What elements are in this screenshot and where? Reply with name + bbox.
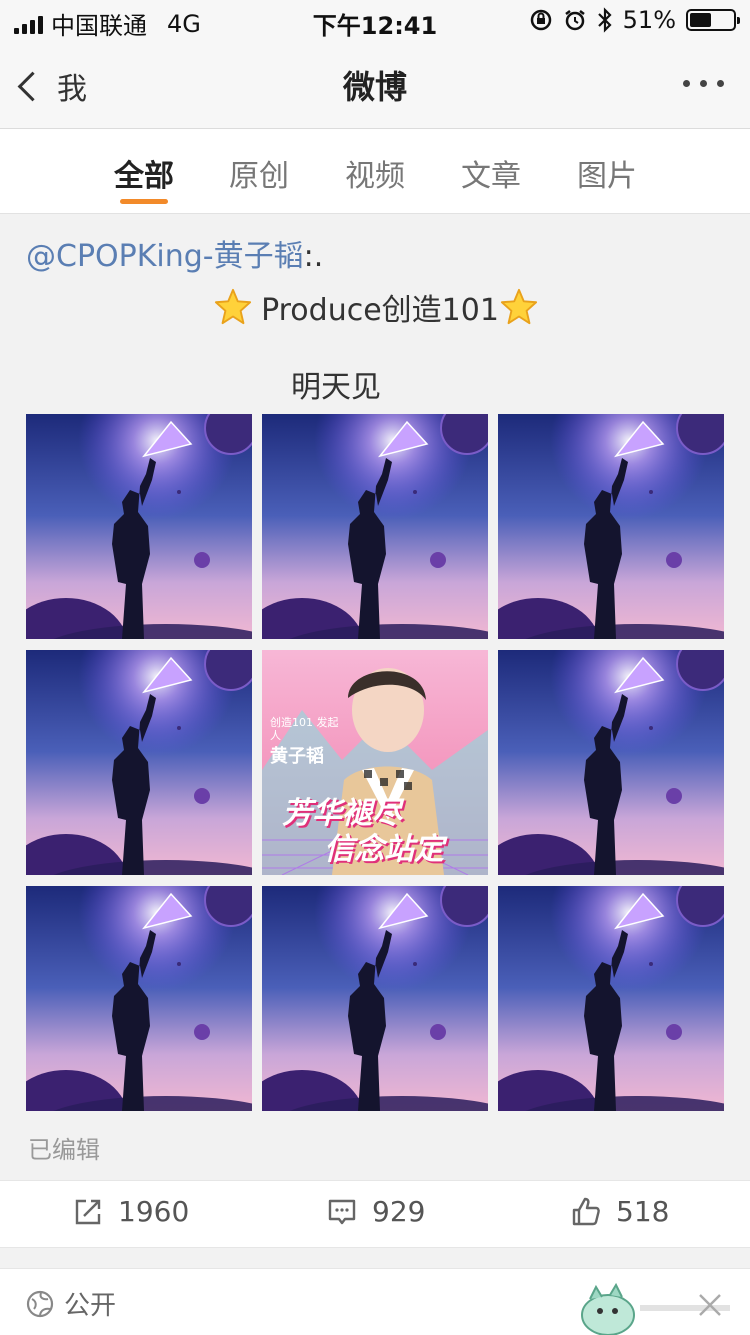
battery-icon xyxy=(686,9,740,31)
image-tile[interactable] xyxy=(262,414,488,639)
status-bar: 中国联通 4G 下午12:41 51% xyxy=(0,0,750,40)
globe-icon xyxy=(26,1290,54,1317)
post-line-3: 明天见 xyxy=(291,370,381,405)
image-tile[interactable] xyxy=(498,650,724,875)
like-count: 518 xyxy=(616,1195,670,1228)
battery-percent: 51% xyxy=(622,6,676,34)
comment-icon xyxy=(328,1199,356,1224)
repost-button[interactable]: 1960 xyxy=(72,1195,189,1228)
more-icon[interactable] xyxy=(683,80,724,87)
nav-bar: 我 微博 xyxy=(0,40,750,129)
image-tile[interactable] xyxy=(26,886,252,1111)
alarm-icon xyxy=(564,10,585,31)
comment-count: 929 xyxy=(372,1195,426,1228)
visibility-bar: 公开 xyxy=(0,1268,750,1335)
image-tile[interactable] xyxy=(262,886,488,1111)
image-tile[interactable] xyxy=(26,414,252,639)
page-title: 微博 xyxy=(342,68,407,106)
image-tile-featured[interactable]: 创造101 发起人 黄子韬 芳华褪尽 信念站定 xyxy=(262,650,488,875)
post-headline: Produce创造101 xyxy=(261,293,499,328)
tab-article[interactable]: 文章 xyxy=(431,151,551,195)
image-tile[interactable] xyxy=(26,650,252,875)
visibility-label: 公开 xyxy=(64,1291,117,1321)
featured-caption-name: 黄子韬 xyxy=(270,746,324,767)
tab-active-indicator xyxy=(120,199,168,204)
featured-slogan-2: 信念站定 xyxy=(324,832,444,867)
back-button[interactable]: 我 xyxy=(17,64,87,108)
star-icon xyxy=(501,288,538,325)
edited-label: 已编辑 xyxy=(28,1136,100,1164)
lock-rotation-icon xyxy=(530,9,551,31)
back-label: 我 xyxy=(57,72,87,107)
like-icon xyxy=(572,1197,600,1225)
close-icon[interactable] xyxy=(696,1291,724,1319)
star-icon xyxy=(214,288,251,325)
back-chevron-icon xyxy=(17,71,48,101)
comment-button[interactable]: 929 xyxy=(326,1195,425,1228)
tab-video[interactable]: 视频 xyxy=(315,151,435,195)
image-tile[interactable] xyxy=(498,414,724,639)
action-bar: 1960 929 518 xyxy=(0,1180,750,1248)
mention-link[interactable]: @CPOPKing-黄子韬 xyxy=(26,239,304,274)
post-text: @CPOPKing-黄子韬:. Produce创造101 xyxy=(26,230,726,338)
like-button[interactable]: 518 xyxy=(570,1195,669,1228)
tab-all[interactable]: 全部 xyxy=(84,151,204,195)
visibility-selector[interactable]: 公开 xyxy=(26,1285,116,1322)
mention-suffix: :. xyxy=(303,239,324,274)
tab-original[interactable]: 原创 xyxy=(199,151,319,195)
repost-count: 1960 xyxy=(118,1195,190,1228)
featured-caption-small: 创造101 发起人 xyxy=(270,716,339,742)
post-headline-line: Produce创造101 xyxy=(26,284,726,338)
status-right: 51% xyxy=(529,6,740,34)
bluetooth-icon xyxy=(597,7,612,33)
image-tile[interactable] xyxy=(498,886,724,1111)
tab-bar: 全部 原创 视频 文章 图片 xyxy=(0,129,750,214)
repost-icon xyxy=(75,1199,101,1224)
tab-pictures[interactable]: 图片 xyxy=(547,151,667,195)
image-grid: 创造101 发起人 黄子韬 芳华褪尽 信念站定 xyxy=(26,414,724,1111)
